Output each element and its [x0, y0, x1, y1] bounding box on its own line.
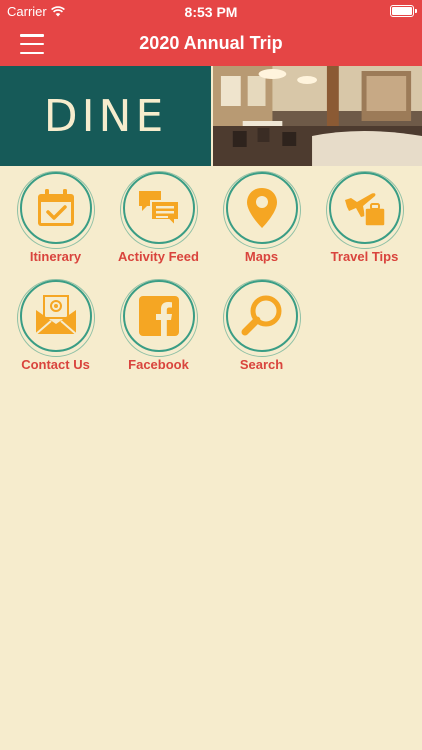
page-title: 2020 Annual Trip	[139, 33, 283, 53]
magnifier-icon	[241, 295, 282, 336]
restaurant-photo	[211, 66, 422, 166]
tile-label: Activity Feed	[118, 249, 199, 264]
tile-travel-tips[interactable]: Travel Tips	[313, 170, 416, 270]
tile-label: Travel Tips	[330, 249, 399, 264]
battery-icon	[390, 5, 417, 17]
tile-activity-feed[interactable]: Activity Feed	[107, 170, 210, 270]
banner: DINE	[0, 66, 422, 166]
tile-search[interactable]: Search	[210, 278, 313, 378]
tile-contact-us[interactable]: Contact Us	[4, 278, 107, 378]
tile-label: Maps	[244, 249, 279, 264]
tile-itinerary[interactable]: Itinerary	[4, 170, 107, 270]
tile-label: Contact Us	[21, 357, 90, 372]
tile-label: Facebook	[128, 357, 189, 372]
dine-logo: DINE	[43, 90, 168, 142]
icon-ring	[120, 171, 198, 249]
icon-ring	[120, 279, 198, 357]
chat-bubbles-icon	[139, 191, 180, 229]
icon-ring	[17, 279, 95, 357]
icon-ring	[326, 171, 404, 249]
plane-suitcase-icon	[345, 193, 386, 227]
facebook-icon	[139, 296, 179, 336]
navigation-bar: 2020 Annual Trip	[0, 22, 422, 66]
tile-maps[interactable]: Maps	[210, 170, 313, 270]
clock: 8:53 PM	[184, 4, 238, 20]
dine-logo-panel: DINE	[0, 66, 211, 166]
tile-label: Itinerary	[29, 249, 82, 264]
icon-ring	[223, 171, 301, 249]
tile-label: Search	[239, 357, 284, 372]
email-icon	[35, 295, 77, 335]
icon-ring	[17, 171, 95, 249]
map-pin-icon	[247, 188, 277, 228]
icon-ring	[223, 279, 301, 357]
status-bar: Carrier 8:53 PM	[0, 0, 422, 22]
calendar-check-icon	[38, 189, 74, 226]
tile-facebook[interactable]: Facebook	[107, 278, 210, 378]
